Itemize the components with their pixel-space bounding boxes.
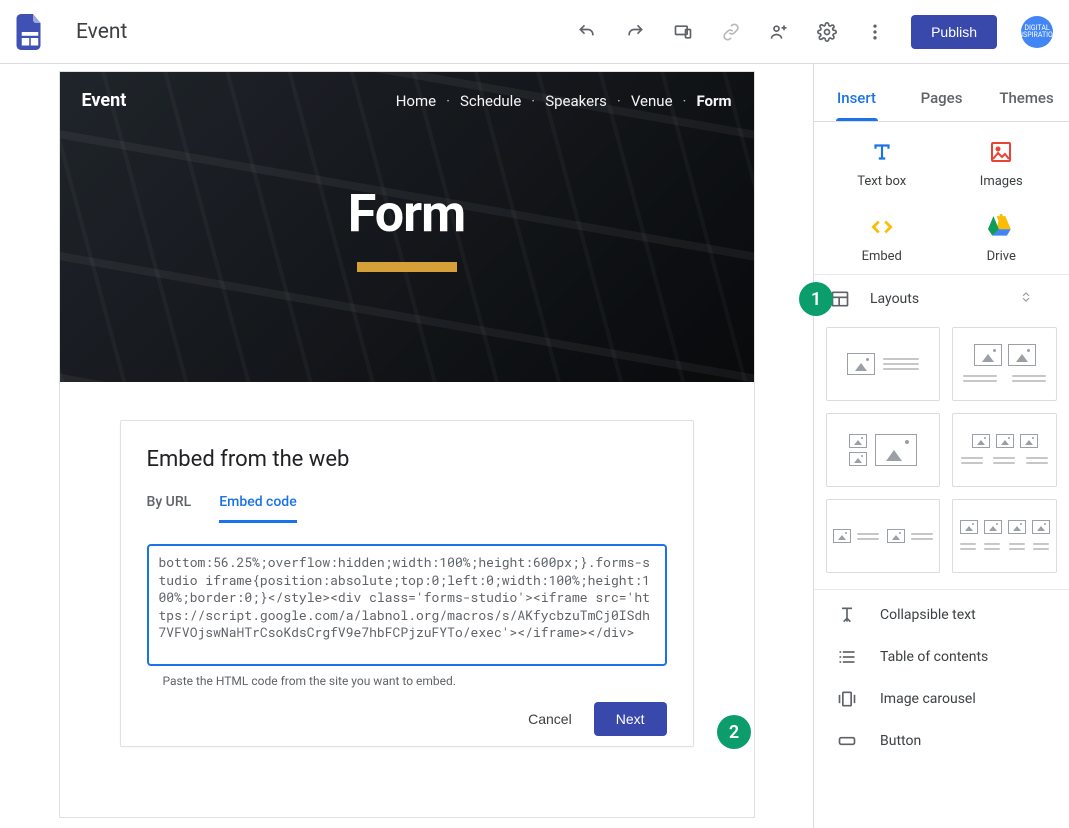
insert-text-box-label: Text box <box>857 174 906 189</box>
gear-icon[interactable] <box>815 20 839 44</box>
placeholder-image-icon <box>1008 344 1036 366</box>
embed-dialog-title: Embed from the web <box>147 447 667 472</box>
site-title[interactable]: Event <box>82 90 127 111</box>
placeholder-image-icon <box>972 434 990 448</box>
page-title[interactable]: Form <box>60 183 754 244</box>
link-icon[interactable] <box>719 20 743 44</box>
publish-button[interactable]: Publish <box>911 15 997 49</box>
embed-dialog: Embed from the web By URL Embed code bot… <box>120 420 694 747</box>
feature-button[interactable]: Button <box>814 720 1069 762</box>
embed-icon <box>868 213 896 241</box>
placeholder-image-icon <box>1020 434 1038 448</box>
next-button[interactable]: Next <box>594 702 667 736</box>
hero: Event Home · Schedule · Speakers · Venue… <box>60 72 754 382</box>
insert-drive-label: Drive <box>987 249 1016 264</box>
feature-toc[interactable]: Table of contents <box>814 636 1069 678</box>
nav-venue[interactable]: Venue <box>631 92 673 110</box>
feature-label: Table of contents <box>880 649 988 665</box>
tab-insert[interactable]: Insert <box>814 89 899 121</box>
layouts-header[interactable]: Layouts <box>814 274 1069 323</box>
doc-title[interactable]: Event <box>76 20 127 44</box>
feature-collapsible-text[interactable]: Collapsible text <box>814 594 1069 636</box>
placeholder-image-icon <box>1032 520 1050 534</box>
feature-image-carousel[interactable]: Image carousel <box>814 678 1069 720</box>
nav-separator: · <box>446 92 450 110</box>
insert-drive[interactable]: Drive <box>942 213 1062 264</box>
layout-option-6[interactable] <box>952 499 1057 573</box>
nav-separator: · <box>683 92 687 110</box>
placeholder-image-icon <box>849 452 867 466</box>
tab-embed-code[interactable]: Embed code <box>219 494 296 523</box>
button-icon <box>836 730 858 752</box>
annotation-badge-2: 2 <box>717 715 751 749</box>
nav-separator: · <box>531 92 535 110</box>
embed-code-textarea[interactable]: bottom:56.25%;overflow:hidden;width:100%… <box>147 544 667 666</box>
tab-pages[interactable]: Pages <box>899 89 984 121</box>
placeholder-image-icon <box>849 434 867 448</box>
drive-icon <box>987 213 1015 241</box>
cancel-button[interactable]: Cancel <box>514 702 586 736</box>
embed-hint: Paste the HTML code from the site you wa… <box>163 674 667 688</box>
placeholder-image-icon <box>960 520 978 534</box>
nav-separator: · <box>617 92 621 110</box>
placeholder-image-icon <box>833 529 851 543</box>
layout-option-5[interactable] <box>826 499 940 573</box>
placeholder-image-icon <box>847 353 875 375</box>
nav-speakers[interactable]: Speakers <box>545 92 607 110</box>
layout-option-3[interactable] <box>826 413 940 487</box>
text-box-icon <box>868 138 896 166</box>
more-icon[interactable] <box>863 20 887 44</box>
layouts-icon <box>830 289 850 309</box>
canvas[interactable]: Event Home · Schedule · Speakers · Venue… <box>60 72 754 817</box>
feature-label: Image carousel <box>880 691 976 707</box>
placeholder-image-icon <box>875 434 917 466</box>
feature-list: Collapsible text Table of contents Image… <box>814 590 1069 778</box>
layout-option-4[interactable] <box>952 413 1057 487</box>
placeholder-image-icon <box>996 434 1014 448</box>
insert-embed-label: Embed <box>862 249 902 264</box>
nav-schedule[interactable]: Schedule <box>460 92 521 110</box>
toc-icon <box>836 646 858 668</box>
nav-form[interactable]: Form <box>696 92 731 110</box>
tab-by-url[interactable]: By URL <box>147 494 192 523</box>
feature-label: Collapsible text <box>880 607 976 623</box>
insert-text-box[interactable]: Text box <box>822 138 942 189</box>
insert-images-label: Images <box>980 174 1023 189</box>
tab-themes[interactable]: Themes <box>984 89 1069 121</box>
layout-option-2[interactable] <box>952 327 1057 401</box>
layout-option-1[interactable] <box>826 327 940 401</box>
insert-images[interactable]: Images <box>942 138 1062 189</box>
sidebar: Insert Pages Themes Text box Images <box>813 64 1069 828</box>
insert-embed[interactable]: Embed <box>822 213 942 264</box>
placeholder-image-icon <box>984 520 1002 534</box>
placeholder-image-icon <box>887 529 905 543</box>
images-icon <box>987 138 1015 166</box>
workspace: Event Home · Schedule · Speakers · Venue… <box>0 64 1069 828</box>
annotation-badge-1: 1 <box>799 282 833 316</box>
preview-icon[interactable] <box>671 20 695 44</box>
canvas-outer: Event Home · Schedule · Speakers · Venue… <box>0 64 813 828</box>
undo-icon[interactable] <box>575 20 599 44</box>
carousel-icon <box>836 688 858 710</box>
avatar[interactable]: DIGITAL INSPIRATION <box>1021 16 1053 48</box>
collapsible-text-icon <box>836 604 858 626</box>
title-underline <box>357 262 457 272</box>
nav-home[interactable]: Home <box>396 92 436 110</box>
sites-logo <box>16 14 44 50</box>
share-icon[interactable] <box>767 20 791 44</box>
placeholder-image-icon <box>974 344 1002 366</box>
top-actions: Publish DIGITAL INSPIRATION <box>575 15 1053 49</box>
feature-label: Button <box>880 733 921 749</box>
layouts-grid <box>814 323 1069 589</box>
collapse-icon[interactable] <box>1019 290 1053 308</box>
layouts-label: Layouts <box>870 291 919 307</box>
placeholder-image-icon <box>1008 520 1026 534</box>
topbar: Event Publish DIGITAL INSPIRATION <box>0 0 1069 64</box>
site-nav: Home · Schedule · Speakers · Venue · For… <box>396 92 732 110</box>
redo-icon[interactable] <box>623 20 647 44</box>
